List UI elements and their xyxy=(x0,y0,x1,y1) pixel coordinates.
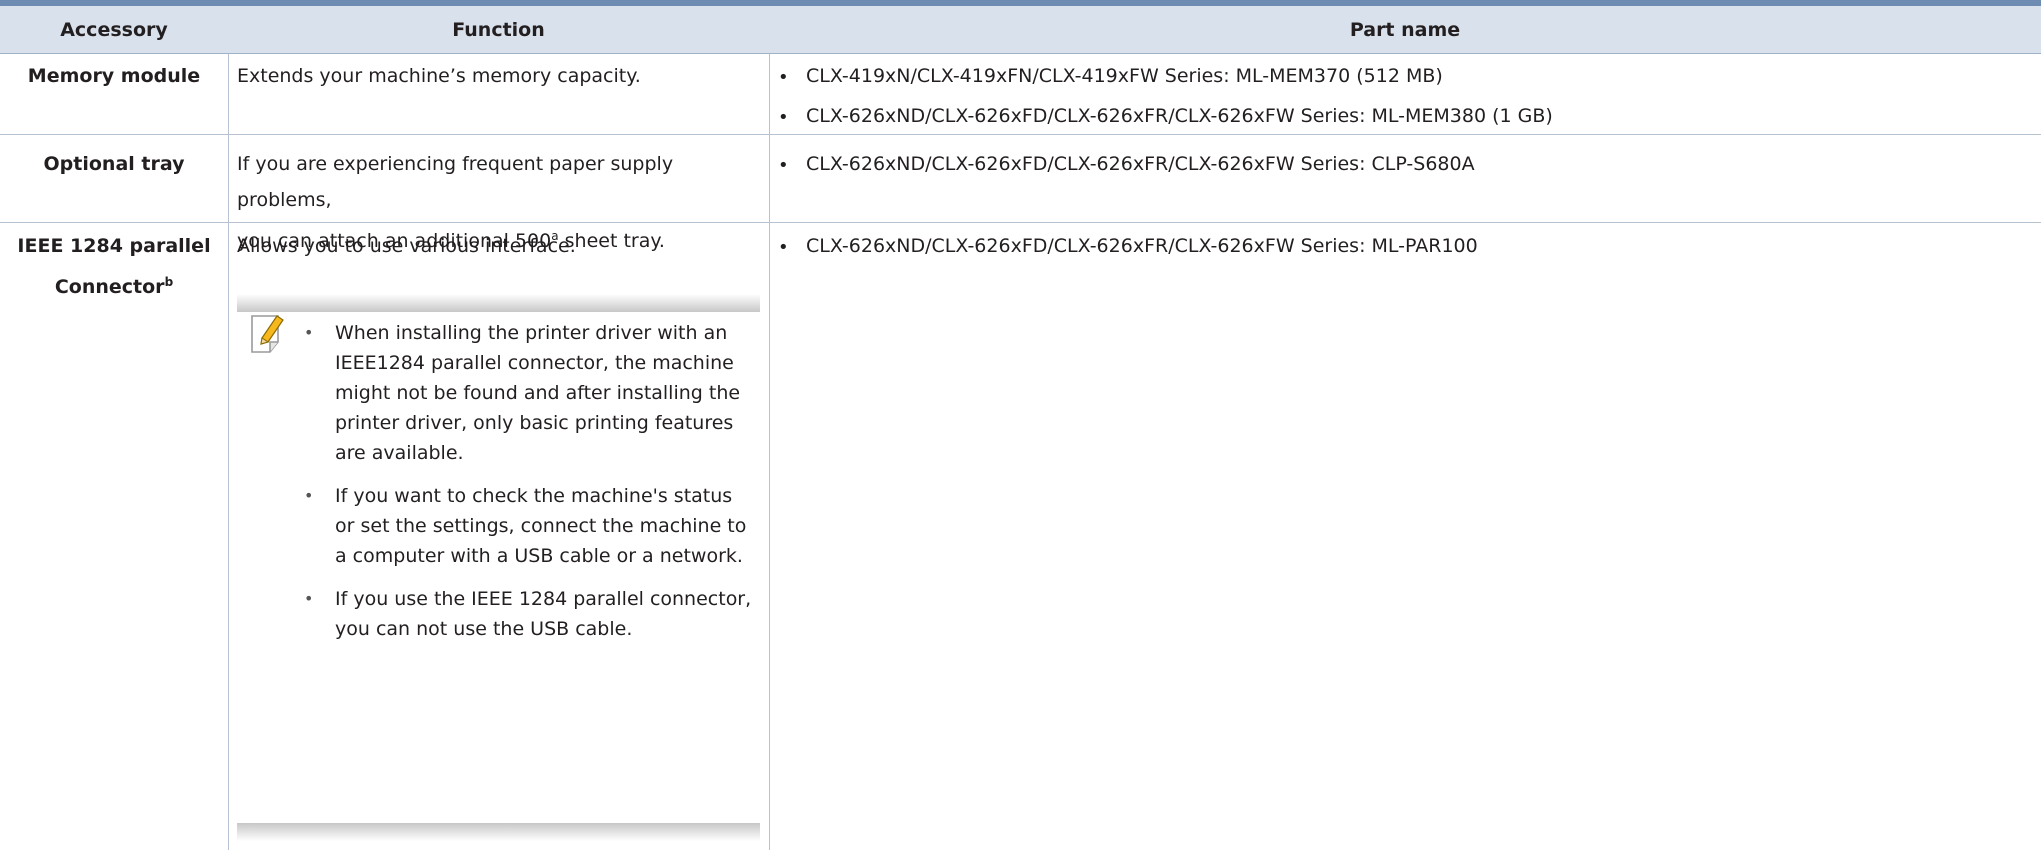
part-name-item: CLX-626xND/CLX-626xFD/CLX-626xFR/CLX-626… xyxy=(806,235,1478,257)
accessory-ieee1284-line2: Connectorb xyxy=(0,264,228,305)
function-memory-module: Extends your machine’s memory capacity. xyxy=(237,65,641,87)
footnote-b: b xyxy=(164,275,174,289)
part-name-item: CLX-419xN/CLX-419xFN/CLX-419xFW Series: … xyxy=(806,65,1443,87)
note-text: When installing the printer driver with … xyxy=(335,322,741,464)
part-name-item: CLX-626xND/CLX-626xFD/CLX-626xFR/CLX-626… xyxy=(806,105,1553,127)
note-item: • When installing the printer driver with… xyxy=(302,318,756,468)
column-divider xyxy=(769,54,770,850)
bullet: • xyxy=(778,155,789,176)
accessory-optional-tray: Optional tray xyxy=(43,153,185,175)
table-row-accessory: IEEE 1284 parallel Connectorb xyxy=(0,228,228,305)
note-text: If you use the IEEE 1284 parallel connec… xyxy=(335,588,752,640)
note-pencil-icon xyxy=(248,312,288,356)
header-part-name: Part name xyxy=(1349,19,1461,41)
note-bottom-bar xyxy=(237,823,760,841)
accessory-memory-module: Memory module xyxy=(27,65,201,87)
accessory-ieee1284-line1: IEEE 1284 parallel xyxy=(17,235,211,257)
note-list: • When installing the printer driver with… xyxy=(302,318,756,644)
function-line: If you are experiencing frequent paper s… xyxy=(237,153,674,211)
function-ieee1284: Allows you to use various interface. xyxy=(237,235,576,257)
table-row-accessory: Optional tray xyxy=(0,146,228,182)
part-name-item: CLX-626xND/CLX-626xFD/CLX-626xFR/CLX-626… xyxy=(806,153,1475,175)
bullet: • xyxy=(778,107,789,128)
bullet: • xyxy=(778,237,789,258)
row-divider xyxy=(0,134,2041,135)
bullet: • xyxy=(778,67,789,88)
column-divider xyxy=(228,54,229,850)
header-function: Function xyxy=(452,19,545,41)
bullet: • xyxy=(304,323,314,342)
table-row-accessory: Memory module xyxy=(0,58,228,94)
note-item: • If you use the IEEE 1284 parallel conne… xyxy=(302,584,756,644)
bullet: • xyxy=(304,486,314,505)
note-top-bar xyxy=(237,294,760,312)
accessory-table-page: Accessory Function Part name Memory modu… xyxy=(0,0,2041,850)
header-accessory: Accessory xyxy=(60,19,168,41)
bullet: • xyxy=(304,589,314,608)
accessory-text: Connector xyxy=(54,276,165,298)
note-item: • If you want to check the machine's stat… xyxy=(302,481,756,571)
table-header: Accessory Function Part name xyxy=(0,6,2041,54)
note-text: If you want to check the machine's statu… xyxy=(335,485,747,567)
